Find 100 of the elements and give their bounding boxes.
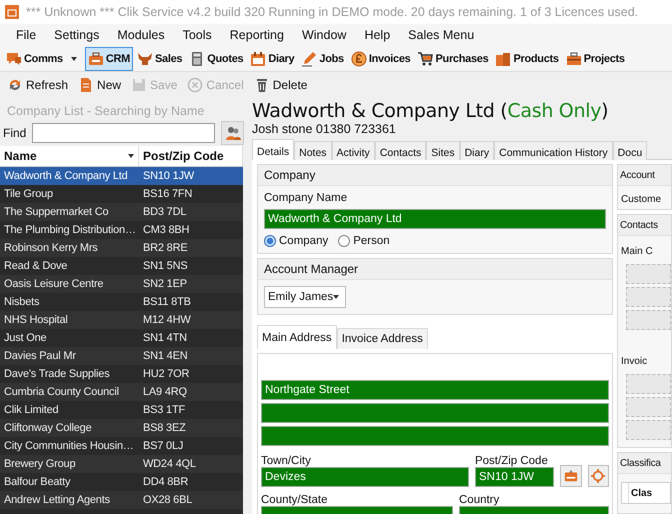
delete-button[interactable]: Delete bbox=[252, 74, 310, 96]
cancel-icon bbox=[187, 77, 204, 93]
field-label: Custome bbox=[620, 193, 662, 207]
module-button[interactable]: Quotes bbox=[186, 46, 246, 70]
tab[interactable]: Notes bbox=[294, 141, 332, 162]
pound-coin-icon bbox=[350, 50, 367, 66]
find-field[interactable] bbox=[32, 123, 216, 143]
speech-bubble-icon bbox=[6, 50, 22, 66]
people-icon bbox=[224, 125, 241, 141]
company-row[interactable]: Davies Paul Mr SN1 4EN bbox=[0, 347, 243, 365]
menu-item[interactable]: Settings bbox=[45, 28, 108, 42]
menu-item[interactable]: Reporting bbox=[220, 28, 293, 42]
group-title: Account Manager bbox=[258, 259, 612, 280]
radio-button[interactable]: Person bbox=[338, 235, 390, 247]
pencil-icon bbox=[301, 50, 318, 66]
contact-slot-button[interactable] bbox=[626, 420, 671, 440]
group-title: Classifica bbox=[618, 453, 671, 474]
locate-button[interactable] bbox=[588, 465, 609, 487]
target-icon bbox=[591, 469, 606, 483]
menu-item[interactable]: Tools bbox=[174, 28, 221, 42]
panel-title: Company List - Searching by Name bbox=[6, 103, 206, 120]
module-button[interactable]: CRM bbox=[84, 46, 133, 70]
company-row[interactable]: City Communities Housin… BS7 0LJ bbox=[0, 437, 243, 455]
company-row[interactable]: Tile Group BS16 7FN bbox=[0, 185, 243, 203]
field-label: County/State bbox=[261, 494, 328, 506]
contact-subtitle: Josh stone 01380 723361 bbox=[252, 122, 397, 138]
module-button[interactable]: Jobs bbox=[298, 46, 347, 70]
save-icon bbox=[131, 77, 148, 93]
bull-head-icon bbox=[137, 50, 153, 66]
company-row[interactable]: Read & Dove SN1 5NS bbox=[0, 257, 243, 275]
company-row[interactable]: Balfour Beatty DD4 8BR bbox=[0, 473, 243, 491]
contact-slot-button[interactable] bbox=[626, 264, 671, 284]
company-row[interactable]: Robinson Kerry Mrs BR2 8RE bbox=[0, 239, 243, 257]
field-label: Post/Zip Code bbox=[474, 455, 549, 467]
field-label: Invoic bbox=[620, 355, 648, 369]
column-header[interactable]: Name bbox=[0, 146, 139, 166]
module-button[interactable]: Invoices bbox=[348, 46, 414, 70]
field-label: Town/City bbox=[261, 455, 312, 467]
tab[interactable]: Sites bbox=[426, 141, 460, 162]
contact-slot-button[interactable] bbox=[626, 287, 671, 307]
contact-slot-button[interactable] bbox=[626, 310, 671, 330]
module-button[interactable]: Projects bbox=[562, 46, 628, 70]
find-label: Find bbox=[3, 126, 26, 140]
company-row[interactable]: Clik Limited BS3 1TF bbox=[0, 401, 243, 419]
company-row[interactable]: Andrew Letting Agents OX28 6BL bbox=[0, 491, 243, 509]
cart-icon bbox=[417, 50, 434, 66]
field-label: Country bbox=[459, 494, 500, 506]
field-label: Company Name bbox=[264, 192, 348, 204]
window-title: *** Unknown *** Clik Service v4.2 build 320 Running in DEMO mode. 20 days remaining. 1 of 3 Licences used. bbox=[26, 5, 638, 19]
company-row[interactable]: Cumbria County Council LA9 4RQ bbox=[0, 383, 243, 401]
company-row[interactable]: NHS Hospital M12 4HW bbox=[0, 311, 243, 329]
postcode-field[interactable]: SN10 1JW bbox=[474, 467, 554, 487]
tab[interactable]: Invoice Address bbox=[336, 328, 428, 349]
company-row[interactable]: The Suppermarket Co BD3 7DL bbox=[0, 203, 243, 221]
column-header[interactable]: Post/Zip Code bbox=[139, 146, 243, 166]
box-icon bbox=[495, 50, 512, 66]
search-button[interactable] bbox=[221, 121, 244, 145]
group-title: Account bbox=[618, 165, 671, 186]
new-button[interactable]: New bbox=[76, 74, 124, 96]
account-manager-dropdown[interactable]: Emily James bbox=[264, 286, 346, 308]
menu-item[interactable]: Help bbox=[355, 28, 400, 42]
toolbox-icon bbox=[566, 50, 582, 66]
company-row[interactable]: Nisbets BS11 8TB bbox=[0, 293, 243, 311]
radio-button[interactable]: Company bbox=[264, 235, 328, 247]
tab[interactable]: Details bbox=[252, 139, 294, 162]
company-row[interactable]: Just One SN1 4TN bbox=[0, 329, 243, 347]
app-logo-icon bbox=[4, 4, 20, 20]
company-row[interactable]: The Plumbing Distribution… CM3 8BH bbox=[0, 221, 243, 239]
module-button[interactable]: Diary bbox=[247, 46, 298, 70]
company-row[interactable]: Dave's Trade Supplies HU2 7OR bbox=[0, 365, 243, 383]
group-title: Contacts bbox=[618, 215, 671, 236]
refresh-button[interactable]: Refresh bbox=[5, 74, 70, 96]
menu-item[interactable]: Window bbox=[292, 28, 356, 42]
contact-slot-button[interactable] bbox=[626, 374, 671, 394]
module-button[interactable]: Sales bbox=[134, 46, 186, 70]
town-field[interactable]: Devizes bbox=[261, 467, 469, 487]
address-line-field[interactable] bbox=[261, 426, 609, 446]
company-row[interactable]: Brewery Group WD24 4QL bbox=[0, 455, 243, 473]
module-button[interactable]: Comms bbox=[3, 46, 84, 70]
tab[interactable]: Main Address bbox=[257, 325, 337, 349]
calendar-icon bbox=[250, 50, 266, 66]
briefcase-icon bbox=[88, 50, 104, 66]
module-button[interactable]: Products bbox=[492, 46, 562, 70]
field-label: Main C bbox=[620, 245, 654, 259]
module-button[interactable]: Purchases bbox=[414, 46, 492, 70]
company-row[interactable]: Cliftonway College BS8 3EZ bbox=[0, 419, 243, 437]
menu-item[interactable]: File bbox=[7, 28, 46, 42]
address-line-field[interactable] bbox=[261, 403, 609, 423]
company-name-field[interactable]: Wadworth & Company Ltd bbox=[264, 209, 606, 229]
company-row[interactable]: Oasis Leisure Centre SN2 1EP bbox=[0, 275, 243, 293]
tab[interactable]: Communication History bbox=[494, 141, 613, 162]
menu-item[interactable]: Modules bbox=[108, 28, 174, 42]
address-line-field[interactable]: Northgate Street bbox=[261, 380, 609, 400]
address-lookup-button[interactable] bbox=[560, 465, 582, 487]
company-heading: Wadworth & Company Ltd (Cash Only) bbox=[252, 99, 610, 122]
menu-item[interactable]: Sales Menu bbox=[399, 28, 484, 42]
group-title: Company bbox=[258, 165, 612, 186]
contact-slot-button[interactable] bbox=[626, 397, 671, 417]
refresh-icon bbox=[7, 77, 23, 93]
card-icon bbox=[564, 469, 578, 483]
